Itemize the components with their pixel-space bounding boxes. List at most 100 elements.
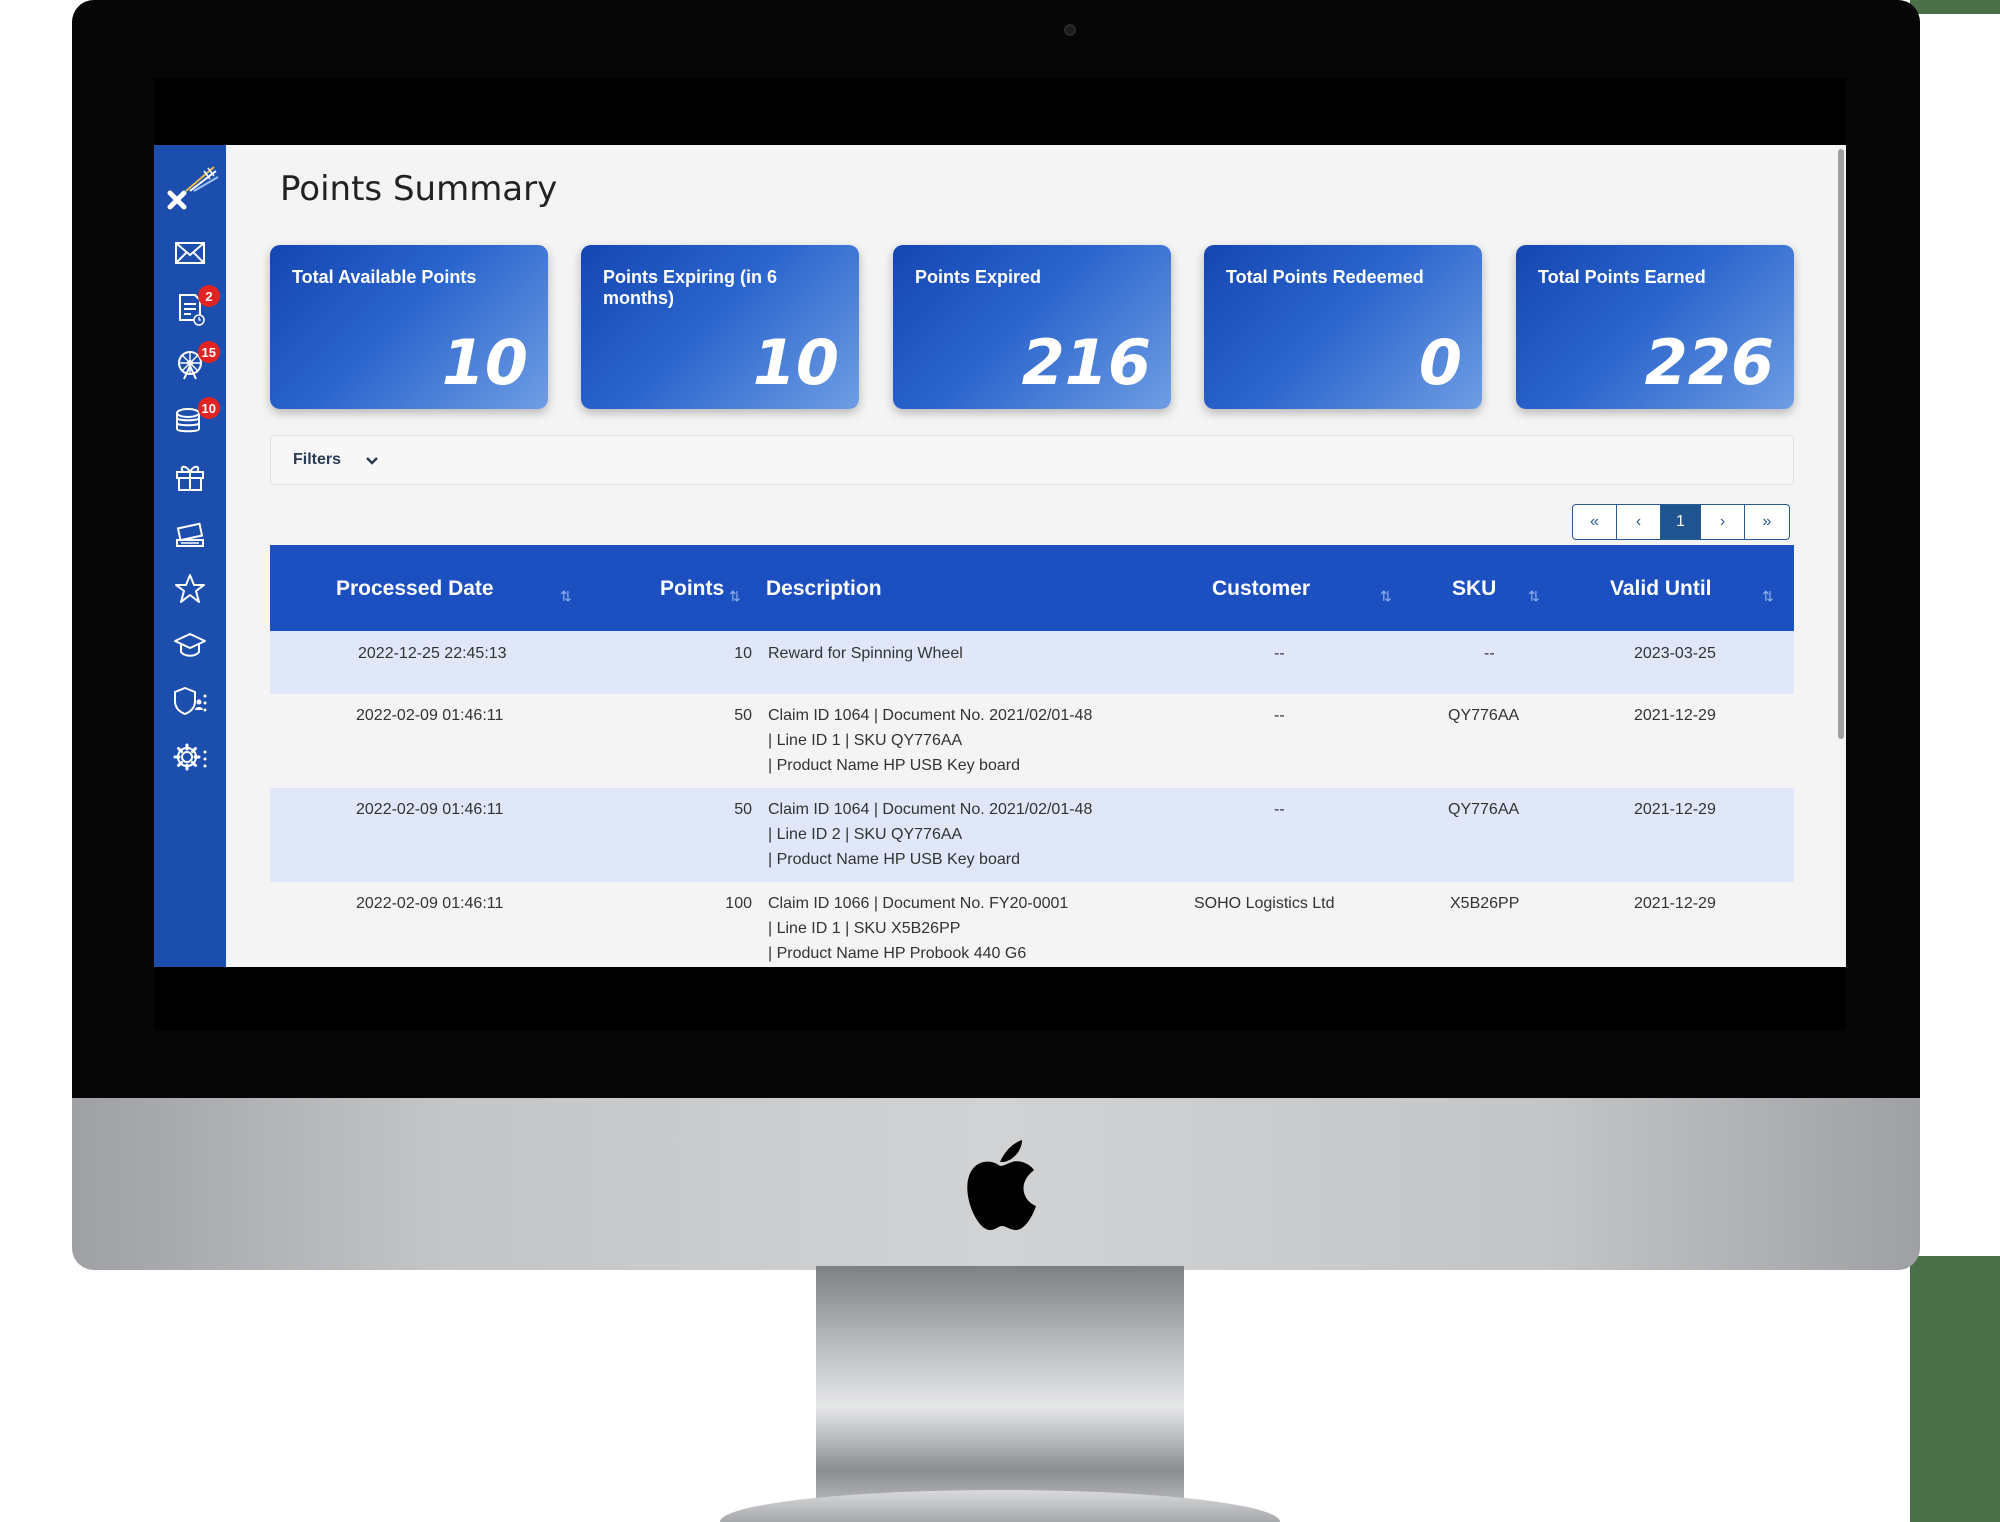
sidebar-item-claims[interactable]: 2 (168, 285, 220, 329)
sidebar-item-settings[interactable] (168, 737, 212, 777)
cell-valid-until: 2021-12-29 (1634, 707, 1716, 724)
sidebar-item-rewards[interactable] (168, 457, 212, 497)
table-row[interactable]: 2022-02-09 01:46:11 50 Claim ID 1064 | D… (270, 788, 1794, 882)
cell-points: 100 (725, 895, 752, 912)
background-accent-side (1910, 1256, 2000, 1522)
column-header-processed-date[interactable]: Processed Date (336, 577, 494, 601)
sort-icon[interactable]: ⇅ (1380, 588, 1392, 605)
sort-icon[interactable]: ⇅ (1762, 588, 1774, 605)
cell-description-line1: Claim ID 1064 | Document No. 2021/02/01-… (768, 707, 1093, 724)
card-label: Total Points Earned (1538, 267, 1706, 287)
ticket-hand-icon (176, 522, 204, 547)
camera-icon (1064, 24, 1076, 36)
screen-bottom-band (154, 967, 1846, 1031)
card-points-expired: Points Expired 216 (893, 245, 1171, 409)
pagination-first-button[interactable]: « (1573, 505, 1617, 539)
page-title: Points Summary (280, 169, 558, 209)
cell-description: Reward for Spinning Wheel (768, 645, 963, 662)
sidebar-item-favorites[interactable] (168, 569, 212, 609)
column-header-points[interactable]: Points (660, 577, 724, 601)
card-value: 0 (1418, 326, 1462, 399)
scrollbar[interactable] (1836, 145, 1846, 967)
sidebar: 2 15 10 (154, 145, 226, 967)
pagination-page-1[interactable]: 1 (1661, 505, 1701, 539)
cell-description-line2: | Line ID 1 | SKU X5B26PP (768, 920, 961, 937)
sidebar-item-vouchers[interactable] (168, 513, 212, 553)
card-value: 10 (441, 326, 528, 399)
mail-icon (175, 242, 205, 264)
gear-icon (173, 743, 207, 771)
sidebar-item-points[interactable]: 10 (168, 397, 220, 441)
cell-sku: X5B26PP (1450, 895, 1520, 912)
points-table: Processed Date ⇅ Points ⇅ Description Cu… (270, 545, 1794, 967)
spin-wheel-badge: 15 (197, 341, 220, 363)
column-header-description: Description (766, 577, 882, 600)
cell-processed-date: 2022-12-25 22:45:13 (358, 645, 507, 662)
cell-description-line3: | Product Name HP USB Key board (768, 757, 1020, 774)
card-value: 10 (752, 326, 839, 399)
card-total-points-redeemed: Total Points Redeemed 0 (1204, 245, 1482, 409)
sort-icon[interactable]: ⇅ (729, 588, 741, 605)
sort-icon[interactable]: ⇅ (1528, 588, 1540, 605)
sidebar-item-training[interactable] (168, 625, 212, 665)
cell-description-line2: | Line ID 2 | SKU QY776AA (768, 826, 963, 843)
claims-badge: 2 (198, 285, 220, 307)
cell-description-line1: Claim ID 1064 | Document No. 2021/02/01-… (768, 801, 1093, 818)
column-header-valid-until[interactable]: Valid Until (1610, 577, 1712, 601)
pagination-next-button[interactable]: › (1701, 505, 1745, 539)
pagination: « ‹ 1 › » (1572, 504, 1790, 540)
sidebar-item-spin-wheel[interactable]: 15 (168, 341, 220, 385)
cell-customer: -- (1274, 801, 1285, 818)
column-header-sku[interactable]: SKU (1452, 577, 1496, 601)
card-points-expiring: Points Expiring (in 6 months) 10 (581, 245, 859, 409)
cell-description-line3: | Product Name HP USB Key board (768, 851, 1020, 868)
cell-valid-until: 2021-12-29 (1634, 801, 1716, 818)
pagination-prev-button[interactable]: ‹ (1617, 505, 1661, 539)
filters-toggle[interactable]: Filters (270, 435, 1794, 485)
shield-user-icon (174, 686, 207, 716)
cell-points: 50 (734, 801, 752, 818)
card-value: 216 (1021, 326, 1151, 399)
cell-description-line2: | Line ID 1 | SKU QY776AA (768, 732, 963, 749)
main-content: Points Summary Total Available Points 10… (226, 145, 1846, 967)
table-row[interactable]: 2022-02-09 01:46:11 100 Claim ID 1066 | … (270, 882, 1794, 967)
table-row[interactable]: 2022-02-09 01:46:11 50 Claim ID 1064 | D… (270, 694, 1794, 788)
background-accent-top (1910, 0, 2000, 14)
chevron-down-icon (366, 457, 378, 465)
scrollbar-thumb[interactable] (1838, 149, 1844, 739)
card-total-available-points: Total Available Points 10 (270, 245, 548, 409)
cell-sku: -- (1484, 645, 1495, 662)
cell-description-line3: | Product Name HP Probook 440 G6 (768, 945, 1027, 962)
cell-processed-date: 2022-02-09 01:46:11 (356, 895, 504, 912)
apple-logo-icon (967, 1140, 1036, 1230)
points-badge: 10 (197, 397, 220, 419)
cell-customer: -- (1274, 645, 1285, 662)
sidebar-item-mail[interactable] (168, 233, 212, 273)
pagination-last-button[interactable]: » (1745, 505, 1789, 539)
card-total-points-earned: Total Points Earned 226 (1516, 245, 1794, 409)
cell-sku: QY776AA (1448, 801, 1520, 818)
monitor-stand (816, 1266, 1184, 1522)
cell-processed-date: 2022-02-09 01:46:11 (356, 707, 504, 724)
cell-points: 50 (734, 707, 752, 724)
filters-label: Filters (293, 451, 342, 468)
close-logo-icon[interactable] (164, 163, 220, 213)
card-value: 226 (1644, 326, 1774, 399)
column-header-customer[interactable]: Customer (1212, 577, 1310, 601)
cell-valid-until: 2021-12-29 (1634, 895, 1716, 912)
card-label: Points Expired (915, 267, 1042, 287)
table-header: Processed Date ⇅ Points ⇅ Description Cu… (270, 545, 1794, 631)
graduation-cap-icon (174, 633, 206, 657)
cell-description-line1: Claim ID 1066 | Document No. FY20-0001 (768, 895, 1069, 912)
card-label: Total Points Redeemed (1226, 267, 1424, 287)
gift-icon (176, 465, 204, 491)
table-row[interactable]: 2022-12-25 22:45:13 10 Reward for Spinni… (270, 631, 1794, 694)
monitor-base (720, 1490, 1280, 1522)
sidebar-item-user-security[interactable] (168, 681, 212, 721)
card-label: Points Expiring (in 6 months) (603, 267, 778, 308)
cell-processed-date: 2022-02-09 01:46:11 (356, 801, 504, 818)
card-label: Total Available Points (292, 267, 477, 287)
cell-sku: QY776AA (1448, 707, 1520, 724)
cell-customer: -- (1274, 707, 1285, 724)
sort-icon[interactable]: ⇅ (560, 588, 572, 605)
